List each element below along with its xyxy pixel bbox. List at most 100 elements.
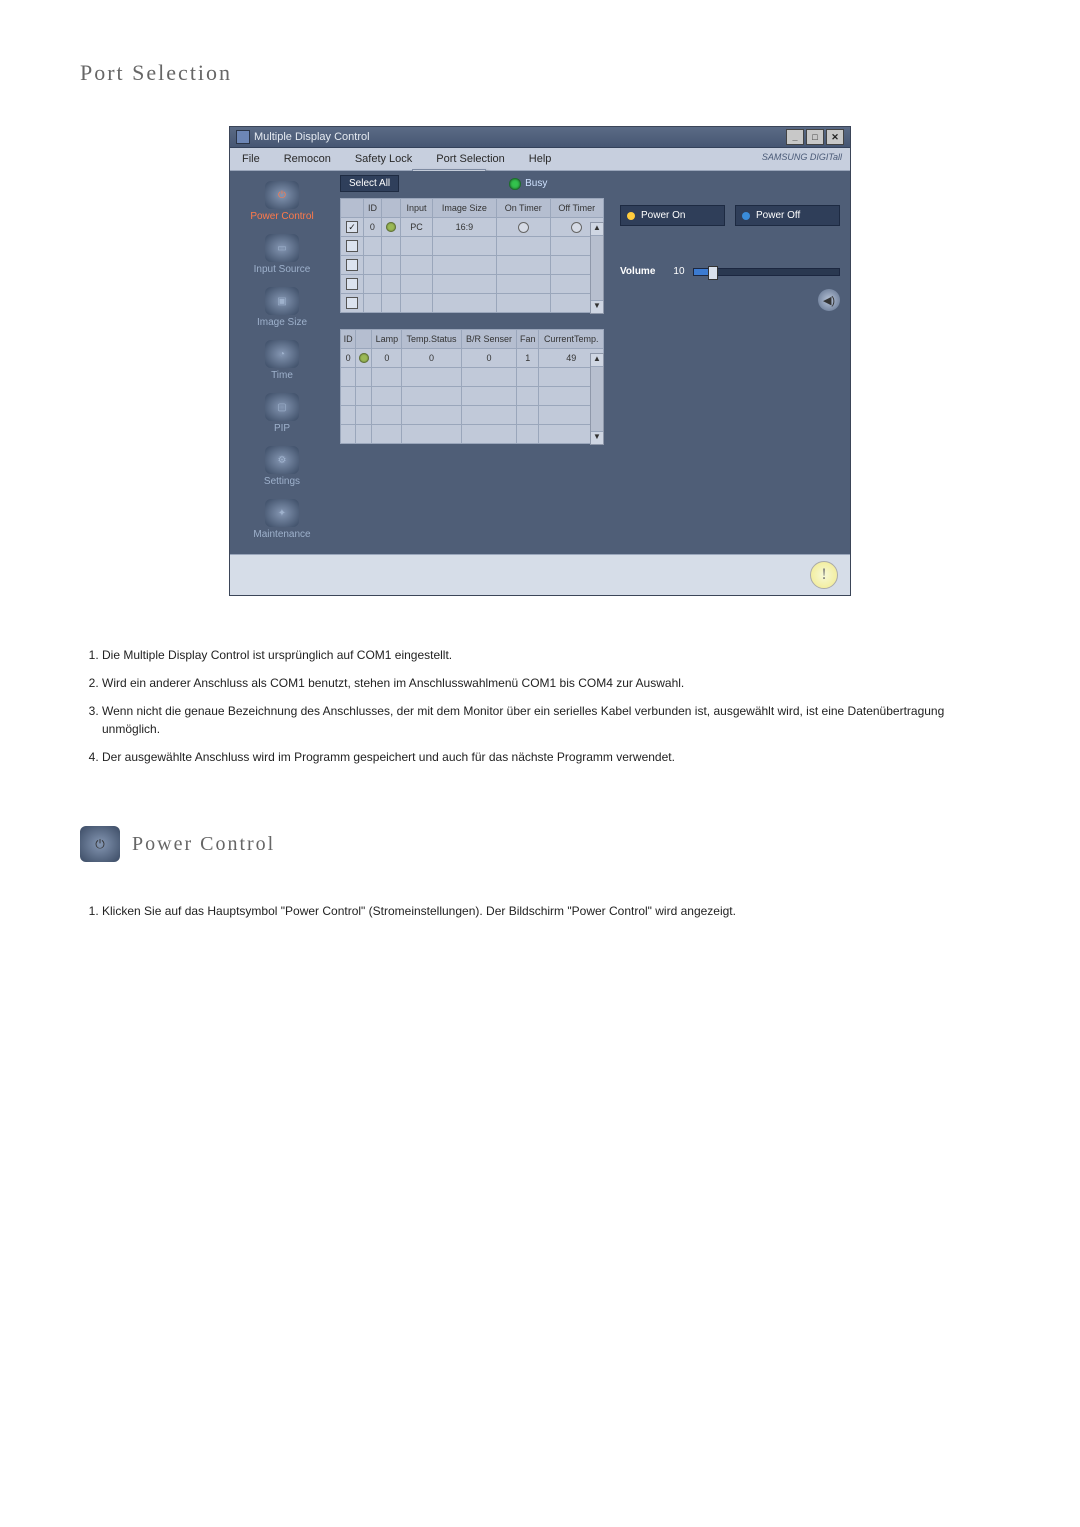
- table-row[interactable]: 0PC16:9: [341, 218, 604, 237]
- table-cell: [381, 218, 400, 237]
- scroll-up-button[interactable]: ▲: [591, 223, 603, 236]
- app-icon: [236, 130, 250, 144]
- busy-status: Busy: [509, 178, 547, 190]
- scroll-down-button[interactable]: ▼: [591, 300, 603, 313]
- display-table-wrap: IDInputImage SizeOn TimerOff Timer0PC16:…: [340, 198, 604, 313]
- table-cell: [402, 425, 462, 444]
- sidebar-item-label: Power Control: [239, 211, 325, 222]
- row-checkbox[interactable]: [346, 259, 358, 271]
- menu-item-port-selection[interactable]: Port Selection: [424, 148, 516, 170]
- table-row[interactable]: [341, 256, 604, 275]
- table-cell: [341, 368, 356, 387]
- power-control-heading-row: ⏻ Power Control: [80, 826, 1000, 862]
- table-row[interactable]: [341, 425, 604, 444]
- table-cell: 0: [402, 349, 462, 368]
- menu-item-safety-lock[interactable]: Safety Lock: [343, 148, 424, 170]
- table-cell: [364, 256, 382, 275]
- sidebar-item-power-control[interactable]: ⏻ Power Control: [239, 181, 325, 222]
- table-cell: [461, 368, 516, 387]
- table-header: ID: [341, 330, 356, 349]
- table-cell: [517, 387, 539, 406]
- volume-slider[interactable]: [693, 268, 840, 276]
- row-checkbox[interactable]: [346, 297, 358, 309]
- power-control-icon: ⏻: [265, 181, 299, 209]
- select-all-button[interactable]: Select All: [340, 175, 399, 192]
- sidebar-item-maintenance[interactable]: ✦Maintenance: [239, 499, 325, 540]
- table-cell: [372, 368, 402, 387]
- status-table-scrollbar[interactable]: ▲ ▼: [590, 353, 604, 445]
- status-table-wrap: IDLampTemp.StatusB/R SenserFanCurrentTem…: [340, 329, 604, 444]
- table-row[interactable]: 0000149: [341, 349, 604, 368]
- scroll-up-button[interactable]: ▲: [591, 354, 603, 367]
- row-checkbox[interactable]: [346, 278, 358, 290]
- sidebar-item-image-size[interactable]: ▣Image Size: [239, 287, 325, 328]
- table-header: Fan: [517, 330, 539, 349]
- list-item: Wird ein anderer Anschluss als COM1 benu…: [102, 674, 1000, 692]
- input-source-icon: ▭: [265, 234, 299, 262]
- table-cell: [364, 237, 382, 256]
- list-item: Klicken Sie auf das Hauptsymbol "Power C…: [102, 902, 1000, 920]
- sidebar-item-label: Settings: [239, 476, 325, 487]
- display-table-scrollbar[interactable]: ▲ ▼: [590, 222, 604, 314]
- table-cell: [401, 294, 433, 313]
- table-row[interactable]: [341, 368, 604, 387]
- table-row[interactable]: [341, 294, 604, 313]
- table-header: CurrentTemp.: [539, 330, 604, 349]
- sidebar-item-label: Input Source: [239, 264, 325, 275]
- table-cell: [432, 256, 496, 275]
- table-cell: [381, 294, 400, 313]
- sidebar-item-time[interactable]: ◔Time: [239, 340, 325, 381]
- table-cell: [517, 425, 539, 444]
- table-header: [381, 199, 400, 218]
- title-bar: Multiple Display Control _ □ ✕: [230, 127, 850, 148]
- table-cell: [496, 275, 550, 294]
- menu-item-help[interactable]: Help: [517, 148, 564, 170]
- table-cell: [341, 256, 364, 275]
- close-button[interactable]: ✕: [826, 129, 844, 145]
- notes-list: Die Multiple Display Control ist ursprün…: [80, 646, 1000, 766]
- power-on-button[interactable]: Power On: [620, 205, 725, 226]
- power-off-icon: [742, 212, 750, 220]
- table-cell: [496, 237, 550, 256]
- table-header: Lamp: [372, 330, 402, 349]
- timer-indicator-icon: [571, 222, 582, 233]
- table-cell: 1: [517, 349, 539, 368]
- main-panel: Select All Busy IDInputImage SizeOn Time…: [334, 171, 610, 554]
- table-cell: [496, 256, 550, 275]
- volume-control: Volume 10: [620, 266, 840, 277]
- table-header: Input: [401, 199, 433, 218]
- volume-value: 10: [673, 266, 684, 277]
- table-row[interactable]: [341, 237, 604, 256]
- menu-item-file[interactable]: File: [230, 148, 272, 170]
- status-dot-icon: [359, 353, 369, 363]
- minimize-button[interactable]: _: [786, 129, 804, 145]
- status-table: IDLampTemp.StatusB/R SenserFanCurrentTem…: [340, 329, 604, 444]
- table-cell: [517, 368, 539, 387]
- sidebar-item-pip[interactable]: ▢PIP: [239, 393, 325, 434]
- table-row[interactable]: [341, 275, 604, 294]
- table-row[interactable]: [341, 387, 604, 406]
- power-control-notes: Klicken Sie auf das Hauptsymbol "Power C…: [80, 902, 1000, 920]
- power-off-button[interactable]: Power Off: [735, 205, 840, 226]
- menu-bar: FileRemoconSafety LockPort SelectionHelp…: [230, 148, 850, 171]
- volume-slider-thumb[interactable]: [708, 266, 718, 280]
- table-row[interactable]: [341, 406, 604, 425]
- table-cell: PC: [401, 218, 433, 237]
- menu-item-remocon[interactable]: Remocon: [272, 148, 343, 170]
- power-on-icon: [627, 212, 635, 220]
- table-cell: [381, 256, 400, 275]
- sidebar-item-input-source[interactable]: ▭ Input Source: [239, 234, 325, 275]
- table-cell: [496, 294, 550, 313]
- image-size-icon: ▣: [265, 287, 299, 315]
- row-checkbox[interactable]: [346, 221, 358, 233]
- list-item: Der ausgewählte Anschluss wird im Progra…: [102, 748, 1000, 766]
- row-checkbox[interactable]: [346, 240, 358, 252]
- sidebar-item-settings[interactable]: ⚙Settings: [239, 446, 325, 487]
- busy-label: Busy: [525, 178, 547, 189]
- table-header: Temp.Status: [402, 330, 462, 349]
- table-cell: 16:9: [432, 218, 496, 237]
- maximize-button[interactable]: □: [806, 129, 824, 145]
- scroll-down-button[interactable]: ▼: [591, 431, 603, 444]
- toolbar: Select All Busy: [340, 175, 604, 192]
- app-window: Multiple Display Control _ □ ✕ FileRemoc…: [229, 126, 851, 596]
